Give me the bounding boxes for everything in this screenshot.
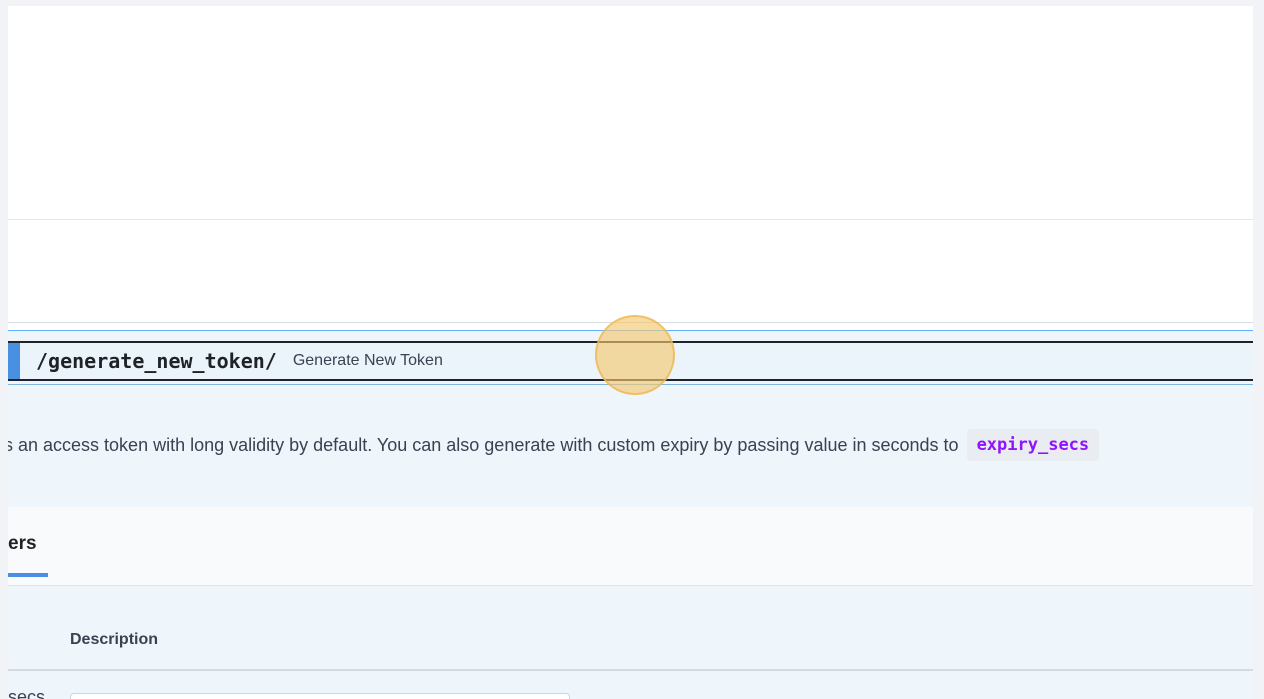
blank-area: [8, 6, 1253, 219]
parameters-tab-bar: ers: [8, 507, 1253, 586]
operation-description: s an access token with long validity by …: [8, 429, 1253, 461]
cursor-highlight: [595, 315, 675, 395]
parameters-table: Description secs: [8, 587, 1253, 699]
method-badge[interactable]: [8, 343, 20, 379]
column-header-description: Description: [70, 631, 159, 648]
parameter-name: secs: [8, 687, 46, 699]
endpoint-path[interactable]: /generate_new_token/: [36, 349, 277, 373]
endpoint-summary: Generate New Token: [292, 352, 443, 369]
blank-area: [8, 220, 1253, 322]
description-text: s an access token with long validity by …: [8, 434, 959, 455]
code-snippet: expiry_secs: [966, 429, 1100, 461]
tab-parameters[interactable]: ers: [8, 533, 37, 555]
divider: [8, 669, 1253, 671]
expiry-secs-input[interactable]: [70, 693, 570, 699]
active-tab-indicator: [8, 573, 48, 577]
